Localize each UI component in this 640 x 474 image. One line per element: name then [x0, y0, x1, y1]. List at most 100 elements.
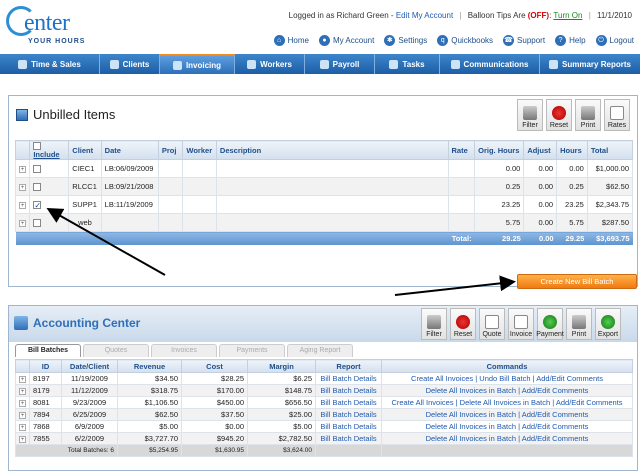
- commands-links[interactable]: Create All Invoices | Delete All Invoice…: [381, 396, 633, 409]
- col-date-client[interactable]: Date/Client: [61, 359, 118, 373]
- nav-tab-payroll[interactable]: Payroll: [305, 54, 375, 74]
- commands-links[interactable]: Delete All Invoices in Batch | Add/Edit …: [381, 420, 633, 433]
- col-report[interactable]: Report: [315, 359, 382, 373]
- expand-icon[interactable]: +: [19, 166, 26, 174]
- include-checkbox[interactable]: [33, 183, 42, 192]
- support-icon: ☎: [503, 35, 515, 46]
- col-description[interactable]: Description: [215, 139, 449, 161]
- include-checkbox[interactable]: [33, 219, 42, 228]
- col-worker[interactable]: Worker: [182, 139, 217, 161]
- table-row: +8179 11/12/2009 $318.75 $170.00 $148.75 Bill…: [15, 384, 633, 397]
- reset-button[interactable]: Reset: [546, 99, 572, 131]
- filter-button[interactable]: Filter: [421, 308, 447, 340]
- print-button[interactable]: Print: [575, 99, 601, 131]
- settings-link[interactable]: ✱ Settings: [384, 35, 427, 46]
- bill-batch-details-link[interactable]: Bill Batch Details: [315, 372, 382, 385]
- invoice-icon: [514, 315, 528, 329]
- rates-button[interactable]: Rates: [604, 99, 630, 131]
- my-account-link[interactable]: ● My Account: [318, 35, 374, 46]
- col-include[interactable]: Include: [29, 139, 70, 161]
- expand-icon[interactable]: +: [19, 400, 26, 407]
- table-row: +7894 6/25/2009 $62.50 $37.50 $25.00 Bill Bat…: [15, 408, 633, 421]
- logo-subtext: YOUR HOURS: [28, 38, 86, 45]
- reset-button[interactable]: Reset: [450, 308, 476, 340]
- nav-tab-clients[interactable]: Clients: [100, 54, 160, 74]
- invoice-button[interactable]: Invoice: [508, 308, 534, 340]
- accounting-icon: [14, 316, 28, 330]
- col-id[interactable]: ID: [29, 359, 62, 373]
- expand-icon[interactable]: +: [19, 412, 26, 419]
- col-cost[interactable]: Cost: [181, 359, 248, 373]
- tab-aging-report[interactable]: Aging Report: [287, 344, 353, 357]
- create-new-bill-batch-button[interactable]: Create New Bill Batch: [517, 274, 637, 289]
- select-all-checkbox[interactable]: [33, 142, 42, 151]
- expand-icon[interactable]: +: [19, 424, 26, 431]
- tab-quotes[interactable]: Quotes: [83, 344, 149, 357]
- gear-icon: ✱: [384, 35, 396, 46]
- col-margin[interactable]: Margin: [247, 359, 316, 373]
- expand-icon[interactable]: +: [19, 202, 26, 210]
- home-link[interactable]: ⌂ Home: [273, 35, 309, 46]
- nav-tab-workers[interactable]: Workers: [235, 54, 305, 74]
- col-date[interactable]: Date: [100, 139, 159, 161]
- expand-icon[interactable]: +: [19, 376, 26, 383]
- bill-batch-details-link[interactable]: Bill Batch Details: [315, 432, 382, 445]
- nav-tab-tasks[interactable]: Tasks: [375, 54, 440, 74]
- nav-tab-invoicing[interactable]: Invoicing: [160, 54, 235, 74]
- current-date: 11/1/2010: [597, 11, 632, 20]
- table-row: +8197 11/19/2009 $34.50 $28.25 $6.25 Bill Bat…: [15, 372, 633, 385]
- workers-icon: [247, 59, 257, 69]
- table-header-row: ID Date/Client Revenue Cost Margin Repor…: [15, 359, 633, 373]
- bill-batch-details-link[interactable]: Bill Batch Details: [315, 408, 382, 421]
- nav-tab-summary-reports[interactable]: Summary Reports: [540, 54, 640, 74]
- balloon-tips-text: Balloon Tips Are: [467, 11, 528, 20]
- col-orig-hours[interactable]: Orig. Hours: [474, 139, 525, 161]
- accounting-center-panel: Accounting Center Filter Reset Quote Inv…: [8, 305, 638, 471]
- col-revenue[interactable]: Revenue: [117, 359, 182, 373]
- bill-batch-details-link[interactable]: Bill Batch Details: [315, 420, 382, 433]
- commands-links[interactable]: Delete All Invoices in Batch | Add/Edit …: [381, 408, 633, 421]
- col-proj[interactable]: Proj: [157, 139, 184, 161]
- quote-button[interactable]: Quote: [479, 308, 505, 340]
- nav-tab-time-sales[interactable]: Time & Sales: [0, 54, 100, 74]
- expand-icon[interactable]: +: [19, 220, 26, 228]
- logo[interactable]: enter YOUR HOURS: [6, 4, 88, 50]
- tab-bill-batches[interactable]: Bill Batches: [15, 344, 81, 357]
- expand-icon[interactable]: +: [19, 436, 26, 443]
- main-nav: Time & Sales Clients Invoicing Workers P…: [0, 54, 640, 74]
- logout-link[interactable]: ⏻ Logout: [595, 35, 634, 46]
- help-link[interactable]: ? Help: [555, 35, 586, 46]
- export-button[interactable]: Export: [595, 308, 621, 340]
- col-adjust[interactable]: Adjust: [523, 139, 558, 161]
- quickbooks-link[interactable]: q Quickbooks: [437, 35, 493, 46]
- filter-button[interactable]: Filter: [517, 99, 543, 131]
- commands-links[interactable]: Create All Invoices | Undo Bill Batch | …: [381, 372, 633, 385]
- turn-on-link[interactable]: Turn On: [553, 11, 582, 20]
- tab-invoices[interactable]: Invoices: [151, 344, 217, 357]
- payment-button[interactable]: Payment: [536, 308, 564, 340]
- bill-batch-details-link[interactable]: Bill Batch Details: [315, 396, 382, 409]
- commands-links[interactable]: Delete All Invoices in Batch | Add/Edit …: [381, 384, 633, 397]
- table-row: + SUPP1 LB:11/19/2009 23.25 0.00 23.25 $…: [14, 195, 634, 215]
- col-client[interactable]: Client: [68, 139, 102, 161]
- edit-account-link[interactable]: Edit My Account: [396, 11, 453, 20]
- logo-text: enter: [24, 10, 70, 36]
- col-total[interactable]: Total: [586, 139, 634, 161]
- include-checkbox[interactable]: [33, 201, 42, 210]
- commands-links[interactable]: Delete All Invoices in Batch | Add/Edit …: [381, 432, 633, 445]
- nav-tab-communications[interactable]: Communications: [440, 54, 540, 74]
- reset-icon: [456, 315, 470, 329]
- unbilled-title: Unbilled Items: [16, 107, 115, 122]
- col-commands[interactable]: Commands: [381, 359, 633, 373]
- print-button[interactable]: Print: [566, 308, 592, 340]
- expand-icon[interactable]: +: [19, 388, 26, 395]
- accounting-header: Accounting Center Filter Reset Quote Inv…: [9, 306, 637, 342]
- accounting-title: Accounting Center: [14, 316, 140, 330]
- include-checkbox[interactable]: [33, 165, 42, 174]
- col-hours[interactable]: Hours: [556, 139, 588, 161]
- bill-batch-details-link[interactable]: Bill Batch Details: [315, 384, 382, 397]
- expand-icon[interactable]: +: [19, 184, 26, 192]
- col-rate[interactable]: Rate: [447, 139, 476, 161]
- support-link[interactable]: ☎ Support: [503, 35, 545, 46]
- tab-payments[interactable]: Payments: [219, 344, 285, 357]
